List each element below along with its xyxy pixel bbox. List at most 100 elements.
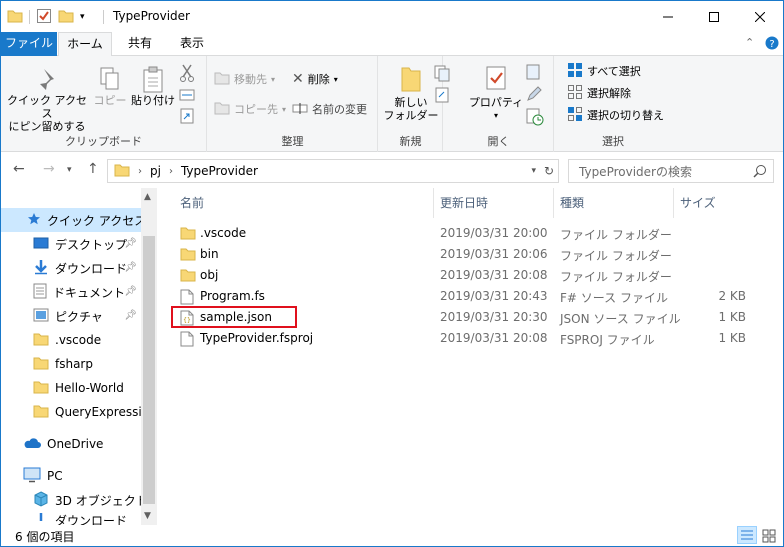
- nav-item-pc[interactable]: PC: [1, 464, 141, 488]
- document-icon: [33, 283, 47, 302]
- breadcrumb-typeprovider[interactable]: TypeProvider: [181, 164, 258, 178]
- close-button[interactable]: [737, 1, 783, 32]
- column-header-type[interactable]: 種類: [554, 188, 674, 218]
- copy-to-button[interactable]: コピー先 ▾: [214, 100, 286, 118]
- delete-button[interactable]: ✕ 削除 ▾: [292, 70, 338, 88]
- address-dropdown-icon[interactable]: ▾: [531, 166, 536, 176]
- up-arrow-icon[interactable]: ↑: [87, 161, 99, 177]
- properties-icon: [468, 64, 524, 96]
- tab-home[interactable]: ホーム: [58, 32, 112, 57]
- breadcrumb-pj[interactable]: pj: [150, 164, 161, 178]
- column-header-size[interactable]: サイズ: [674, 188, 744, 218]
- collapse-ribbon-icon[interactable]: ⌃: [745, 36, 754, 49]
- select-none-icon: [567, 84, 583, 103]
- folder-icon: [180, 247, 196, 264]
- column-header-name[interactable]: 名前: [174, 188, 434, 218]
- folder-icon[interactable]: [7, 9, 23, 26]
- new-folder-button[interactable]: 新しい フォルダー: [383, 64, 439, 122]
- refresh-icon[interactable]: ↻: [544, 164, 554, 178]
- pictures-icon: [33, 308, 49, 325]
- breadcrumb-separator-icon[interactable]: ›: [138, 166, 142, 177]
- new-group-label: 新規: [399, 135, 422, 148]
- paste-shortcut-icon[interactable]: [179, 108, 195, 127]
- toolbar-divider: [29, 10, 30, 24]
- tab-file[interactable]: ファイル: [1, 32, 57, 56]
- nav-item-downloads-pc[interactable]: ダウンロード: [1, 512, 141, 525]
- paste-button[interactable]: 貼り付け: [131, 66, 175, 107]
- nav-item-hello-world[interactable]: Hello-World: [1, 376, 141, 400]
- copy-button[interactable]: コピー: [93, 66, 127, 107]
- invert-selection-button[interactable]: 選択の切り替え: [567, 106, 664, 124]
- item-count: 6 個の項目: [15, 530, 75, 544]
- nav-item-downloads[interactable]: ダウンロード 📌︎: [1, 256, 141, 280]
- nav-item-documents[interactable]: ドキュメント 📌︎: [1, 280, 141, 304]
- scroll-down-icon[interactable]: ▼: [144, 511, 151, 521]
- pin-quick-access-button[interactable]: クイック アクセス にピン留めする: [7, 66, 87, 133]
- folder-icon: [33, 356, 49, 373]
- open-icon[interactable]: [526, 64, 544, 83]
- file-row[interactable]: obj 2019/03/31 20:08 ファイル フォルダー: [170, 265, 770, 286]
- file-row[interactable]: .vscode 2019/03/31 20:00 ファイル フォルダー: [170, 223, 770, 244]
- copy-to-icon: [214, 101, 230, 118]
- search-input[interactable]: TypeProviderの検索: [579, 163, 692, 180]
- clipboard-group-label: クリップボード: [65, 135, 142, 148]
- pin-icon[interactable]: 📌︎: [124, 310, 137, 321]
- select-all-icon: [567, 62, 583, 81]
- file-row[interactable]: Program.fs 2019/03/31 20:43 F# ソース ファイル …: [170, 286, 770, 307]
- clipboard-group: クイック アクセス にピン留めする コピー 貼り付け クリップボード: [1, 56, 207, 152]
- desktop-icon: [33, 236, 49, 253]
- copy-path-icon[interactable]: [179, 88, 195, 105]
- rename-button[interactable]: 名前の変更: [292, 100, 367, 118]
- search-icon[interactable]: [753, 164, 767, 181]
- new-group: 新しい フォルダー 新規: [379, 56, 450, 152]
- nav-item-quick-access[interactable]: クイック アクセス: [1, 208, 141, 232]
- open-group: プロパティ ▾ 開く: [444, 56, 554, 152]
- select-all-button[interactable]: すべて選択: [567, 62, 641, 80]
- customize-dropdown-icon[interactable]: ▾: [80, 12, 85, 22]
- window-title: TypeProvider: [113, 9, 190, 23]
- details-view-button[interactable]: [737, 526, 757, 544]
- move-to-button[interactable]: 移動先 ▾: [214, 70, 275, 88]
- cut-icon[interactable]: [179, 64, 195, 85]
- folder-icon: [180, 226, 196, 243]
- nav-item-3d-objects[interactable]: 3D オブジェクト: [1, 488, 141, 512]
- ribbon-tabs: ファイル ホーム 共有 表示 ⌃ ?: [1, 32, 783, 57]
- search-box[interactable]: TypeProviderの検索: [568, 159, 774, 183]
- large-icons-view-button[interactable]: [759, 526, 779, 544]
- edit-icon[interactable]: [526, 86, 544, 105]
- scrollbar-thumb[interactable]: [143, 236, 155, 504]
- pin-icon[interactable]: 📌︎: [124, 286, 137, 297]
- nav-item-fsharp[interactable]: fsharp: [1, 352, 141, 376]
- address-bar[interactable]: › pj › TypeProvider ▾ ↻: [107, 159, 559, 183]
- pin-icon[interactable]: 📌︎: [124, 262, 137, 273]
- maximize-button[interactable]: [691, 1, 737, 32]
- properties-check-icon[interactable]: [36, 8, 52, 27]
- nav-pane-scrollbar[interactable]: ▲ ▼: [141, 188, 157, 525]
- nav-item-desktop[interactable]: デスクトップ 📌︎: [1, 232, 141, 256]
- tab-share[interactable]: 共有: [117, 32, 163, 56]
- breadcrumb-separator-icon[interactable]: ›: [169, 166, 173, 177]
- select-none-button[interactable]: 選択解除: [567, 84, 631, 102]
- recent-locations-icon[interactable]: ▾: [67, 165, 72, 175]
- file-list: 名前 更新日時 種類 サイズ .vscode 2019/03/31 20:00 …: [158, 188, 783, 525]
- history-icon[interactable]: [526, 108, 544, 129]
- quick-access-toolbar: ▾: [7, 7, 85, 27]
- pin-icon[interactable]: 📌︎: [124, 238, 137, 249]
- tab-view[interactable]: 表示: [167, 32, 217, 56]
- forward-arrow-icon[interactable]: →: [43, 161, 55, 177]
- nav-item-vscode[interactable]: .vscode: [1, 328, 141, 352]
- ribbon: クイック アクセス にピン留めする コピー 貼り付け クリップボード 移動先 ▾…: [1, 56, 783, 152]
- file-row[interactable]: TypeProvider.fsproj 2019/03/31 20:08 FSP…: [170, 328, 770, 349]
- nav-item-pictures[interactable]: ピクチャ 📌︎: [1, 304, 141, 328]
- file-row[interactable]: bin 2019/03/31 20:06 ファイル フォルダー: [170, 244, 770, 265]
- new-folder-icon[interactable]: [58, 9, 74, 26]
- minimize-button[interactable]: [645, 1, 691, 32]
- properties-button[interactable]: プロパティ ▾: [468, 64, 524, 122]
- help-icon[interactable]: ?: [765, 36, 779, 53]
- column-header-modified[interactable]: 更新日時: [434, 188, 554, 218]
- back-arrow-icon[interactable]: ←: [13, 161, 25, 177]
- scroll-up-icon[interactable]: ▲: [144, 192, 151, 202]
- nav-item-onedrive[interactable]: OneDrive: [1, 432, 141, 456]
- nav-item-queryexpression[interactable]: QueryExpression: [1, 400, 141, 424]
- dropdown-arrow-icon: ▾: [333, 74, 338, 84]
